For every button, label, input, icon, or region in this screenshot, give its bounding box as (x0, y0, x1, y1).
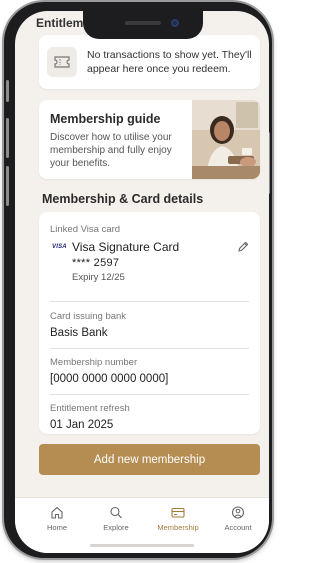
divider (50, 348, 249, 349)
guide-description: Discover how to utilise your membership … (50, 132, 172, 169)
membership-details-card: Linked Visa card VISA Visa Signature Car… (39, 212, 260, 434)
user-icon (231, 506, 245, 519)
screen: Entitlements No transactions to show yet… (15, 11, 269, 553)
issuing-bank-label: Card issuing bank (50, 311, 127, 322)
issuing-bank-value: Basis Bank (50, 327, 108, 339)
visa-logo: VISA (52, 244, 67, 250)
scroll-content[interactable]: Entitlements No transactions to show yet… (15, 11, 269, 499)
search-icon (110, 506, 122, 519)
mute-switch (6, 80, 9, 102)
tab-home-label: Home (46, 523, 67, 532)
membership-number-value: [0000 0000 0000 0000] (50, 373, 169, 385)
card-expiry: Expiry 12/25 (72, 272, 125, 283)
tab-explore-label: Explore (103, 523, 129, 532)
add-new-membership-button[interactable]: Add new membership (39, 444, 260, 475)
tab-explore[interactable]: Explore (86, 506, 146, 532)
pencil-edit-icon[interactable] (236, 240, 250, 254)
card-name: Visa Signature Card (72, 240, 180, 254)
tab-account[interactable]: Account (208, 506, 268, 532)
tab-membership-label: Membership (157, 523, 199, 532)
tab-account-label: Account (224, 523, 252, 532)
membership-number-label: Membership number (50, 357, 138, 368)
speaker (125, 21, 161, 25)
home-indicator (90, 544, 194, 547)
membership-card-details-title: Membership & Card details (42, 192, 204, 206)
entitlement-refresh-value: 01 Jan 2025 (50, 419, 114, 431)
membership-guide-card[interactable]: Membership guide Discover how to utilise… (39, 100, 260, 179)
card-icon (171, 507, 185, 518)
divider (50, 301, 249, 302)
phone-frame: Entitlements No transactions to show yet… (4, 2, 272, 558)
guide-photo (192, 100, 260, 179)
no-transactions-card: No transactions to show yet. They'll app… (39, 35, 260, 89)
home-icon (51, 506, 63, 519)
linked-card-label: Linked Visa card (50, 224, 121, 235)
volume-down-button (6, 166, 9, 206)
empty-transactions-message: No transactions to show yet. They'll app… (87, 49, 252, 75)
front-camera (171, 19, 179, 27)
tab-home[interactable]: Home (27, 506, 87, 532)
ticket-icon (47, 47, 77, 77)
guide-title: Membership guide (50, 112, 161, 126)
divider (50, 394, 249, 395)
tab-membership[interactable]: Membership (148, 506, 208, 532)
card-number: **** 2597 (72, 257, 120, 269)
entitlement-refresh-label: Entitlement refresh (50, 403, 130, 414)
notch (83, 11, 203, 39)
volume-up-button (6, 118, 9, 158)
